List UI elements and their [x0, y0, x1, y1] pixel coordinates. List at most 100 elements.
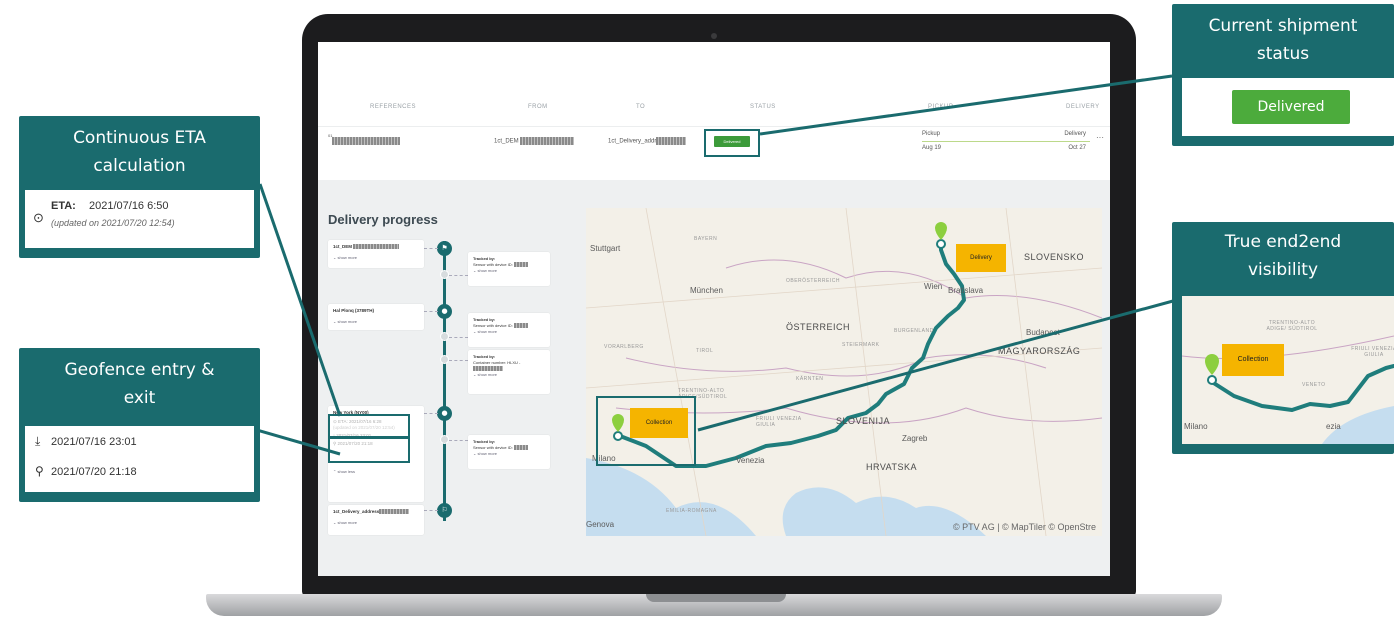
timeline-line	[443, 241, 446, 521]
map-label: Milano	[1184, 422, 1208, 431]
map-label: SLOVENSKO	[1024, 252, 1085, 262]
map-label: FRIULI VENEZIA GIULIA	[1351, 346, 1394, 358]
pin-icon: ●	[437, 304, 452, 319]
show-less-link[interactable]: ⌃ show less	[333, 469, 419, 474]
status-callout-body: Delivered	[1182, 78, 1394, 136]
delivery-date: Oct 27	[1068, 145, 1086, 151]
map-label: TRENTINO-ALTO ADIGE/ SÜDTIROL	[1266, 320, 1318, 332]
timeline-connector	[424, 311, 438, 312]
zoom-map-canvas	[1182, 335, 1394, 444]
geofence-callout-title-2: exit	[123, 388, 156, 408]
from-value: 1ct_DEM	[494, 138, 519, 145]
timeline-waypoint	[440, 332, 449, 341]
flag-icon: ⚑	[437, 241, 452, 256]
show-more-link[interactable]: ⌄ show more	[473, 268, 545, 274]
eta-callout: Continuous ETA calculation ⊙ ETA: 2021/0…	[19, 116, 260, 258]
collection-tag-zoom: Collection	[1222, 344, 1284, 376]
delivery-tag[interactable]: Delivery	[956, 244, 1006, 272]
finish-flag-icon: ⚐	[437, 503, 452, 518]
map-label: München	[690, 286, 723, 295]
stop-name: Hal Plonq (3789TH)	[333, 308, 375, 313]
page-title: Delivery progress	[328, 212, 438, 227]
map-label: ezia	[1326, 422, 1341, 431]
tracking-card[interactable]: Tracked by: Sensor with device ID: ⌄ sho…	[468, 435, 550, 469]
row-more-icon[interactable]: ···	[1096, 133, 1104, 142]
pickup-date: Aug 19	[922, 145, 942, 151]
route-map[interactable]: Stuttgart BAYERN München OBERÖSTERREICH …	[586, 208, 1102, 536]
map-label: Genova	[586, 520, 615, 529]
column-header-from[interactable]: FROM	[528, 104, 548, 110]
column-header-references[interactable]: REFERENCES	[370, 104, 416, 110]
timeline-connector	[449, 360, 468, 361]
show-more-link[interactable]: ⌄ show more	[333, 319, 419, 324]
redacted-stop	[353, 244, 400, 250]
show-more-link[interactable]: ⌄ show more	[473, 451, 545, 457]
map-label: ÖSTERREICH	[786, 322, 851, 332]
map-label: Bratislava	[948, 286, 984, 295]
map-label: BAYERN	[694, 236, 718, 242]
eta-updated: (updated on 2021/07/20 12:54)	[51, 218, 175, 228]
laptop-notch	[646, 594, 786, 602]
eta-label: ETA:	[51, 200, 76, 212]
redacted-reference	[332, 137, 400, 145]
redacted-stop	[379, 509, 410, 515]
column-header-delivery[interactable]: DELIVERY	[1066, 104, 1100, 110]
visibility-callout: True end2end visibility TRENTINO-ALTO AD…	[1172, 222, 1394, 454]
collection-point-icon	[1207, 375, 1217, 385]
show-more-link[interactable]: ⌄ show more	[333, 255, 419, 260]
show-more-link[interactable]: ⌄ show more	[333, 520, 419, 525]
status-callout-title-1: Current shipment	[1208, 16, 1358, 36]
map-copyright: © PTV AG | © MapTiler © OpenStre	[953, 522, 1096, 532]
geofence-callout-title-1: Geofence entry &	[64, 360, 215, 380]
tracking-card[interactable]: Tracked by: Container number: HLXU - ⌄ s…	[468, 350, 550, 394]
column-header-pickup[interactable]: PICKUP	[928, 104, 953, 110]
timeline-waypoint	[440, 270, 449, 279]
timeline-connector	[449, 275, 468, 276]
map-label: TIROL	[696, 348, 714, 354]
timeline-connector	[424, 510, 438, 511]
pin-icon: ●	[437, 406, 452, 421]
pickup-label: Pickup	[922, 131, 941, 137]
stop-card-origin[interactable]: 1ct_DEM ⌄ show more	[328, 240, 424, 268]
redacted-to	[656, 137, 687, 145]
delivery-point-icon	[936, 239, 946, 249]
redacted-container	[473, 366, 503, 372]
collection-highlight-frame	[596, 396, 696, 466]
map-label: BURGENLAND	[894, 328, 934, 334]
clock-icon: ⊙	[33, 210, 44, 225]
stop-card-destination[interactable]: 1ct_Delivery_address ⌄ show more	[328, 505, 424, 535]
map-label: HRVATSKA	[866, 462, 918, 472]
tracking-card[interactable]: Tracked by: Sensor with device ID: ⌄ sho…	[468, 313, 550, 347]
shipment-row[interactable]: 01 1ct_DEM 1ct_Delivery_addr Delivered P…	[318, 126, 1110, 166]
map-label: Budapest	[1026, 328, 1060, 337]
column-header-to[interactable]: TO	[636, 104, 645, 110]
reference-cell	[332, 137, 400, 145]
geofence-entry-value: 2021/07/16 23:01	[51, 436, 137, 448]
geofence-entry-icon: ⤓	[35, 434, 41, 448]
map-label: MAGYARORSZÁG	[998, 346, 1081, 356]
pickup-progress-line	[922, 141, 1090, 142]
eta-callout-body: ⊙ ETA: 2021/07/16 6:50 (updated on 2021/…	[25, 190, 254, 248]
map-label: Zagreb	[902, 434, 928, 443]
map-label: Wien	[924, 282, 943, 291]
timeline-connector	[424, 413, 438, 414]
map-label: VORARLBERG	[604, 344, 644, 350]
tracking-card[interactable]: Tracked by: Sensor with device ID: ⌄ sho…	[468, 252, 550, 286]
geofence-callout-body: ⤓ 2021/07/16 23:01 ⚲ 2021/07/20 21:18	[25, 426, 254, 492]
eta-callout-title-1: Continuous ETA	[73, 128, 206, 148]
redacted-from	[520, 137, 575, 145]
show-more-link[interactable]: ⌄ show more	[473, 372, 545, 378]
visibility-map-zoom: TRENTINO-ALTO ADIGE/ SÜDTIROL FRIULI VEN…	[1182, 296, 1394, 444]
map-label: Stuttgart	[590, 244, 621, 253]
eta-value: 2021/07/16 6:50	[89, 200, 169, 212]
stop-card-hub[interactable]: Hal Plonq (3789TH) ⌄ show more	[328, 304, 424, 330]
from-cell: 1ct_DEM	[494, 137, 575, 145]
status-callout-title-2: status	[1256, 44, 1310, 64]
column-header-status[interactable]: STATUS	[750, 104, 776, 110]
delivery-progress-panel: Delivery progress ⚑ ● ● ⚐ 1ct_DEM ⌄ show…	[318, 180, 1110, 576]
show-more-link[interactable]: ⌄ show more	[473, 329, 545, 335]
geofence-callout: Geofence entry & exit ⤓ 2021/07/16 23:01…	[19, 348, 260, 502]
collection-pin-icon	[1205, 354, 1219, 375]
map-label: OBERÖSTERREICH	[786, 278, 840, 284]
delivered-badge: Delivered	[1232, 90, 1350, 124]
